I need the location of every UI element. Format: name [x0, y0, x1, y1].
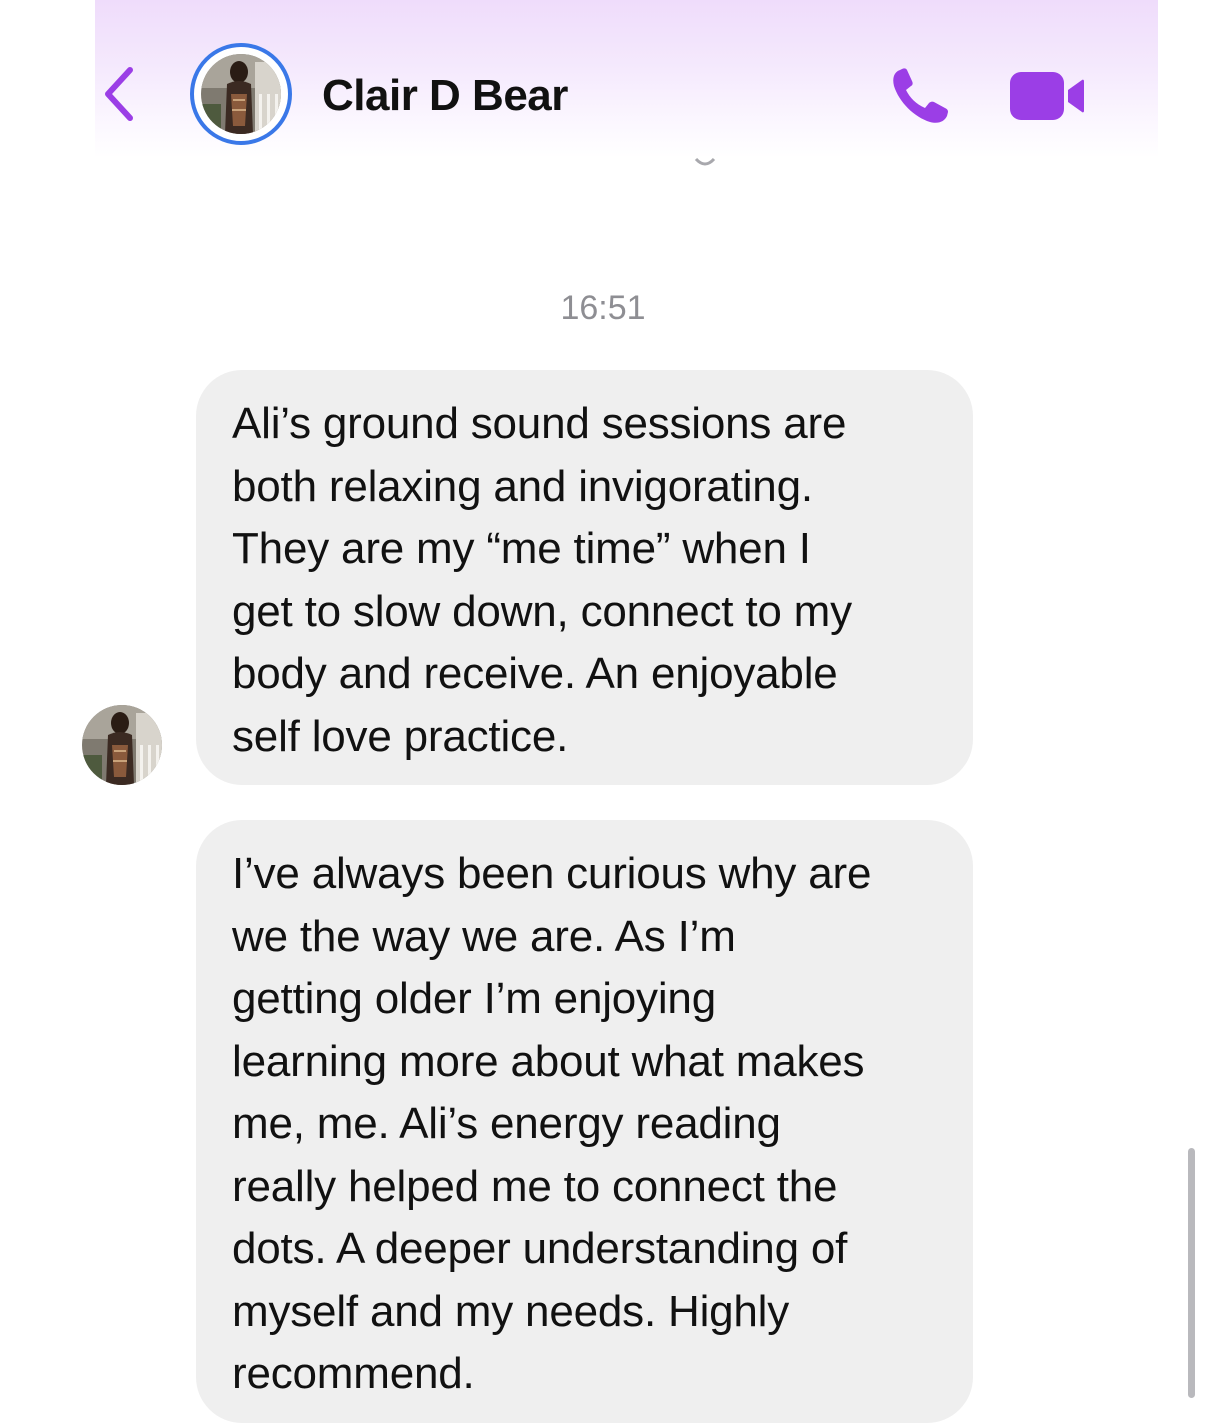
message-text-line: really helped me to connect the	[232, 1161, 838, 1211]
message-text-line: we the way we are. As I’m	[232, 911, 736, 961]
message-bubble-incoming[interactable]: I’ve always been curious why are we the …	[196, 820, 973, 1423]
contact-photo	[201, 54, 281, 134]
video-call-button[interactable]	[1008, 70, 1086, 122]
message-bubble-incoming[interactable]: Ali’s ground sound sessions are both rel…	[196, 370, 973, 785]
message-text-line: me, me. Ali’s energy reading	[232, 1099, 781, 1148]
message-text-line: myself and my needs. Highly	[232, 1286, 790, 1336]
message-text-line: dots. A deeper understanding of	[232, 1224, 848, 1273]
video-camera-icon	[1010, 72, 1084, 120]
phone-icon	[893, 68, 948, 123]
message-text-line: body and receive. An enjoyable	[232, 649, 838, 698]
message-timestamp: 16:51	[560, 289, 646, 327]
message-text-line: I’ve always been curious why are	[232, 849, 872, 898]
scrolled-message-remnant	[694, 156, 716, 168]
chevron-left-icon	[105, 67, 133, 121]
message-text-line: They are my “me time” when I	[232, 524, 811, 573]
scrollbar-thumb[interactable]	[1188, 1148, 1195, 1398]
contact-avatar[interactable]	[190, 43, 292, 145]
contact-name[interactable]: Clair D Bear	[322, 70, 568, 122]
message-text-line: self love practice.	[232, 711, 569, 761]
message-text-line: learning more about what makes	[232, 1036, 865, 1086]
messenger-chat-screen: Clair D Bear 16:51 Ali’s ground sound se…	[0, 0, 1206, 1426]
back-button[interactable]	[100, 62, 140, 126]
message-text-line: get to slow down, connect to my	[232, 586, 852, 636]
voice-call-button[interactable]	[890, 64, 956, 126]
message-text-line: Ali’s ground sound sessions are	[232, 399, 847, 448]
message-text-line: getting older I’m enjoying	[232, 974, 716, 1023]
sender-avatar[interactable]	[82, 705, 162, 785]
message-text-line: both relaxing and invigorating.	[232, 461, 813, 511]
message-text-line: recommend.	[232, 1349, 475, 1398]
